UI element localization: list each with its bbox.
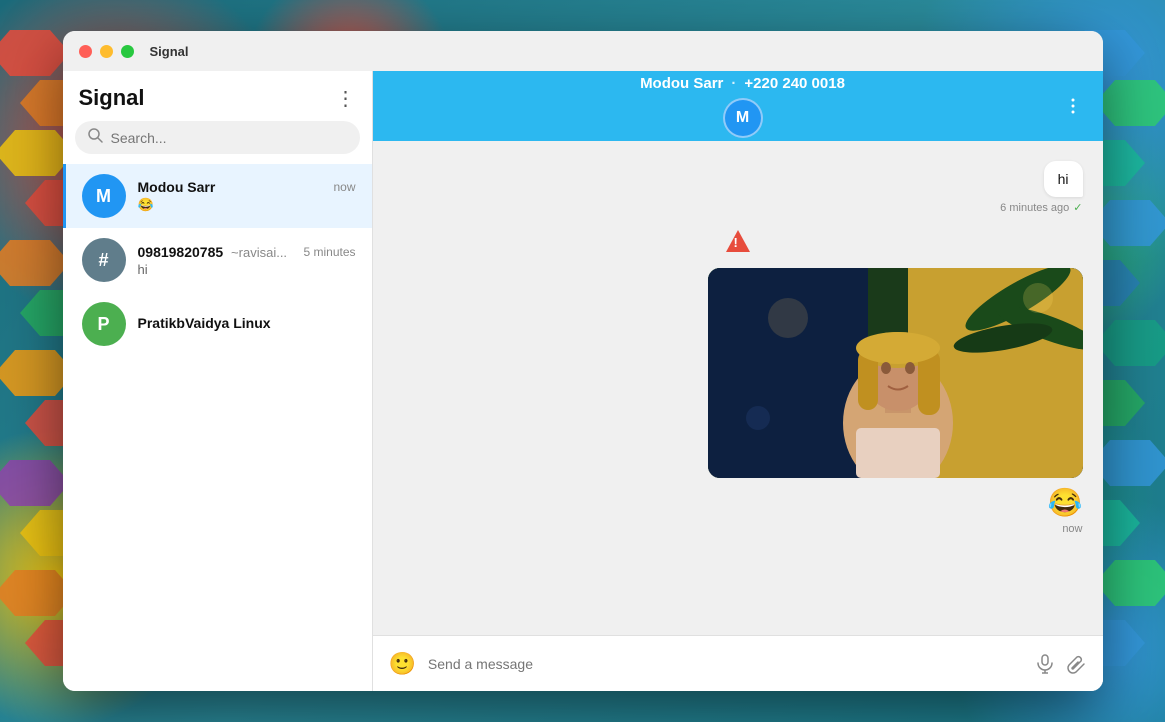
avatar-09819820785: #: [82, 238, 126, 282]
attach-button[interactable]: [1067, 654, 1087, 674]
maximize-button[interactable]: [121, 45, 134, 58]
title-bar: Signal: [63, 31, 1103, 71]
sidebar: Signal ⋮ M: [63, 71, 373, 691]
warning-area: [726, 230, 750, 252]
contact-top: Modou Sarr now: [138, 179, 356, 195]
separator-dot: ·: [731, 75, 736, 92]
contact-preview-2: hi: [138, 262, 356, 277]
contact-time: now: [333, 180, 355, 194]
contact-preview: 😂: [138, 197, 356, 213]
message-input[interactable]: [428, 656, 1023, 672]
avatar-pratikb: P: [82, 302, 126, 346]
contact-list: M Modou Sarr now 😂 #: [63, 164, 372, 691]
contact-name-3: PratikbVaidya Linux: [138, 315, 271, 331]
contact-info-09819820785: 09819820785 ~ravisai... 5 minutes hi: [138, 244, 356, 277]
emoji-icon: 🙂: [389, 651, 416, 677]
message-bubble-hi: hi: [1044, 161, 1083, 197]
message-meta-hi: 6 minutes ago ✓: [1000, 201, 1082, 214]
chat-area: Modou Sarr · +220 240 0018 M: [373, 71, 1103, 691]
contact-item-modou-sarr[interactable]: M Modou Sarr now 😂: [63, 164, 372, 228]
messages-container: hi 6 minutes ago ✓: [373, 141, 1103, 635]
chat-more-button[interactable]: [1063, 96, 1083, 116]
chat-contact-name: Modou Sarr: [640, 75, 723, 92]
minimize-button[interactable]: [100, 45, 113, 58]
chat-header-name-row: Modou Sarr · +220 240 0018: [640, 75, 845, 92]
search-bar: [75, 121, 360, 154]
sidebar-header: Signal ⋮: [63, 71, 372, 121]
chat-header: Modou Sarr · +220 240 0018 M: [373, 71, 1103, 141]
message-time-hi: 6 minutes ago: [1000, 202, 1069, 214]
warning-container: [726, 230, 750, 252]
emoji-reaction: 😂: [1048, 486, 1083, 519]
contact-time-2: 5 minutes: [303, 245, 355, 259]
contact-name: Modou Sarr: [138, 179, 216, 195]
chat-phone: +220 240 0018: [744, 75, 845, 92]
main-content: Signal ⋮ M: [63, 71, 1103, 691]
photo-content: [708, 268, 1083, 478]
chat-header-avatar[interactable]: M: [723, 98, 763, 138]
message-time-gif: now: [1062, 523, 1082, 535]
avatar-modou-sarr: M: [82, 174, 126, 218]
contact-top-2: 09819820785 ~ravisai... 5 minutes: [138, 244, 356, 260]
contact-top-3: PratikbVaidya Linux: [138, 315, 356, 331]
contact-info-modou-sarr: Modou Sarr now 😂: [138, 179, 356, 213]
message-image: [708, 268, 1083, 478]
message-hi: hi 6 minutes ago ✓: [1000, 161, 1082, 214]
microphone-button[interactable]: [1035, 654, 1055, 674]
sidebar-more-button[interactable]: ⋮: [336, 86, 356, 111]
message-image-container: 😂 now: [708, 268, 1083, 535]
delivered-check-icon: ✓: [1073, 201, 1082, 214]
contact-item-pratikb[interactable]: P PratikbVaidya Linux: [63, 292, 372, 356]
contact-info-pratikb: PratikbVaidya Linux: [138, 315, 356, 333]
contact-item-09819820785[interactable]: # 09819820785 ~ravisai... 5 minutes hi: [63, 228, 372, 292]
contact-name-2: 09819820785 ~ravisai...: [138, 244, 288, 260]
search-input[interactable]: [111, 130, 348, 146]
warning-icon: [726, 230, 750, 252]
app-title: Signal: [150, 44, 189, 59]
search-icon: [87, 127, 103, 148]
chat-header-center: Modou Sarr · +220 240 0018 M: [640, 75, 845, 138]
message-text-hi: hi: [1058, 171, 1069, 187]
messages-area-wrapper: hi 6 minutes ago ✓: [373, 141, 1103, 635]
more-dots-icon: ⋮: [336, 86, 356, 111]
close-button[interactable]: [79, 45, 92, 58]
app-window: Signal Signal ⋮: [63, 31, 1103, 691]
sidebar-title: Signal: [79, 85, 145, 111]
input-bar: 🙂: [373, 635, 1103, 691]
emoji-button[interactable]: 🙂: [389, 651, 416, 677]
